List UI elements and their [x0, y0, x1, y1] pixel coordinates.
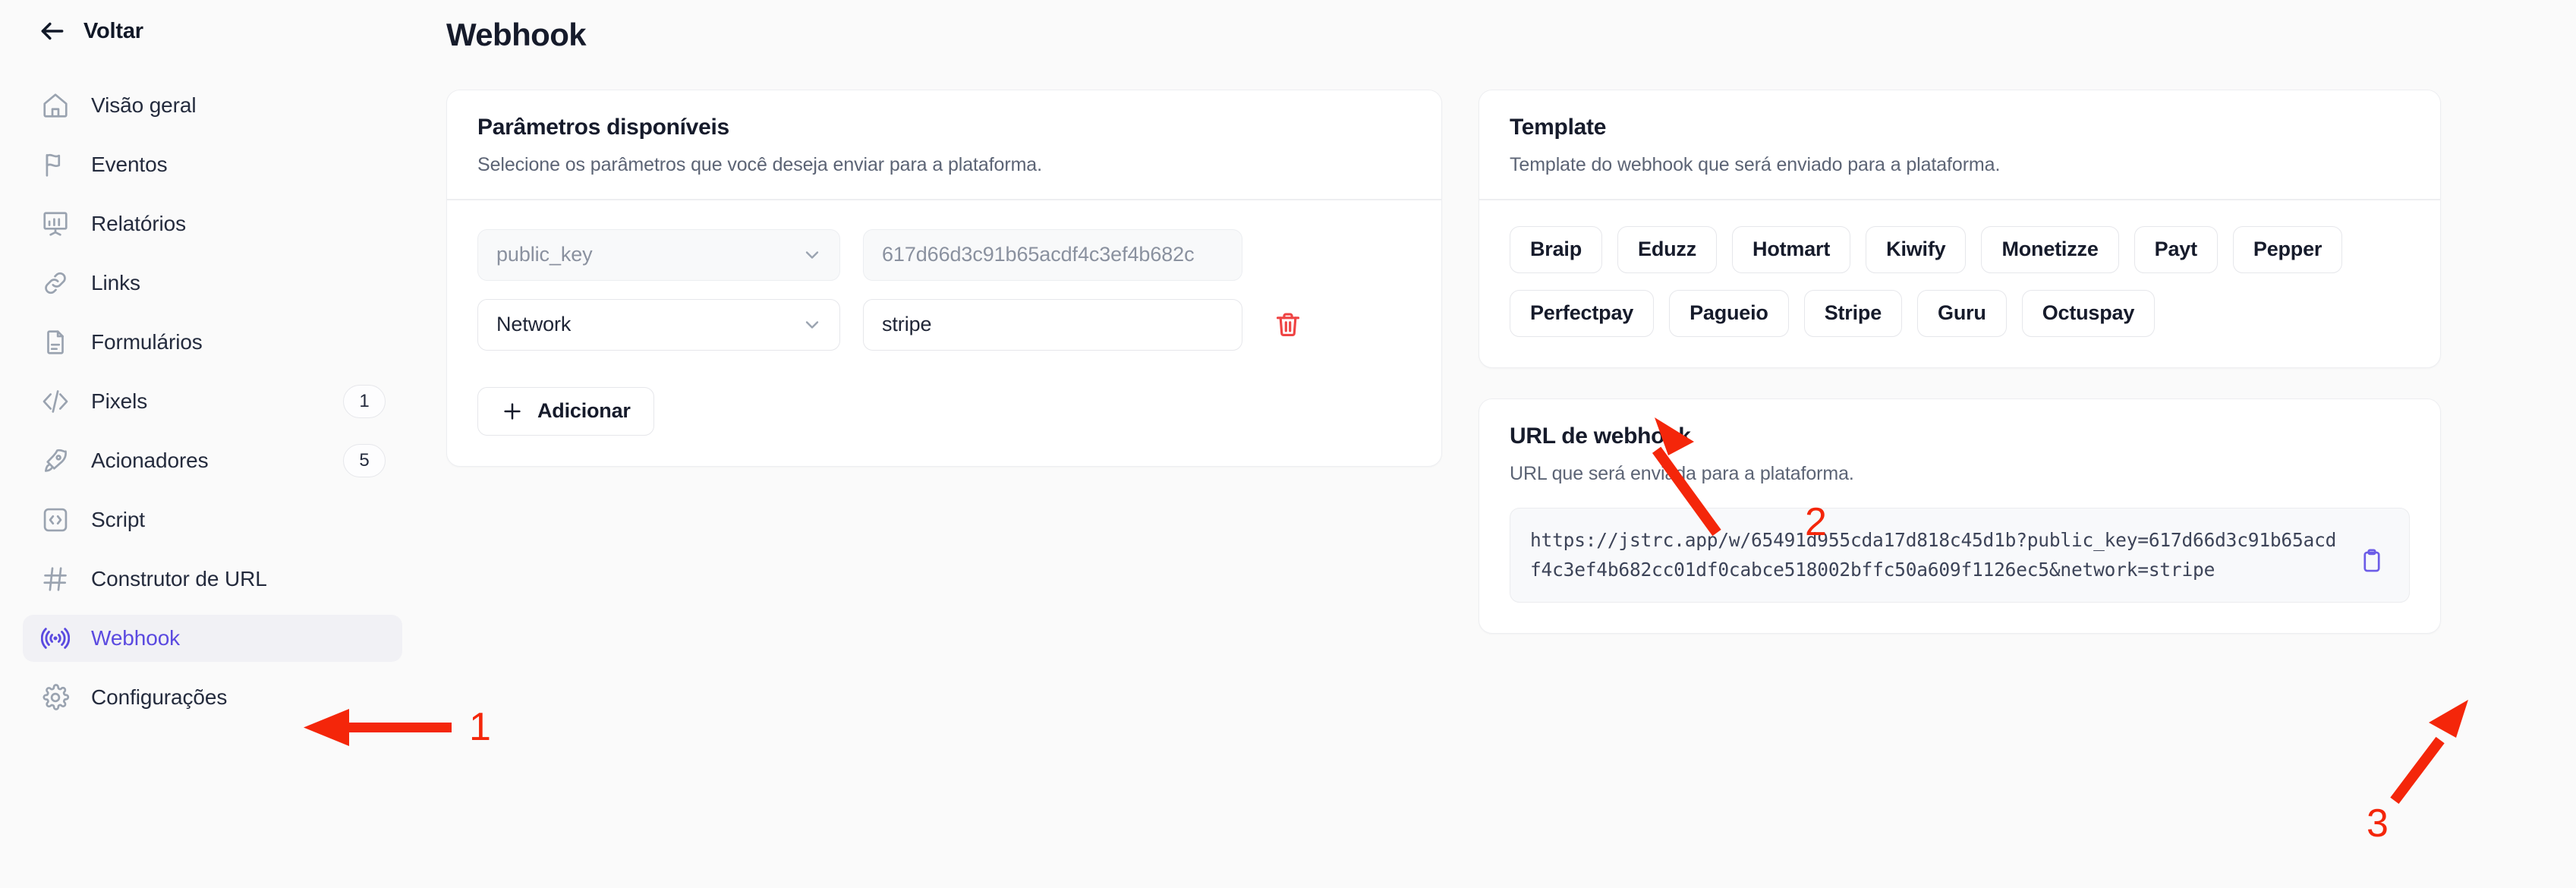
copy-url-button[interactable] [2359, 548, 2389, 578]
parameter-key-select[interactable]: public_key [477, 228, 840, 281]
gear-icon [39, 682, 71, 713]
back-button[interactable]: Voltar [23, 0, 143, 46]
sidebar-item-formularios[interactable]: Formulários [23, 319, 402, 366]
webhook-url-card: URL de webhook URL que será enviada para… [1479, 398, 2441, 634]
parameters-card-subtitle: Selecione os parâmetros que você deseja … [477, 154, 1042, 175]
chevron-down-icon [801, 244, 823, 266]
parameter-value-input[interactable]: 617d66d3c91b65acdf4c3ef4b682c [863, 228, 1242, 281]
sidebar-item-label: Eventos [91, 153, 168, 176]
sidebar: Voltar Visão geral Eventos Relatórios Li… [0, 0, 425, 888]
webhook-url-text: https://jstrc.app/w/65491d955cda17d818c4… [1530, 528, 2337, 581]
left-column: Parâmetros disponíveis Selecione os parâ… [446, 90, 1442, 634]
chip-hotmart[interactable]: Hotmart [1732, 225, 1851, 273]
sidebar-item-links[interactable]: Links [23, 260, 402, 307]
sidebar-item-badge: 5 [343, 444, 386, 477]
template-card: Template Template do webhook que será en… [1479, 90, 2441, 368]
sidebar-item-label: Webhook [91, 626, 181, 650]
sidebar-item-label: Configurações [91, 685, 228, 709]
sidebar-item-acionadores[interactable]: Acionadores 5 [23, 437, 402, 484]
chip-perfectpay[interactable]: Perfectpay [1510, 289, 1655, 337]
webhook-url-card-subtitle: URL que será enviada para a plataforma. [1510, 462, 1854, 484]
arrow-left-icon [38, 17, 67, 46]
parameter-key-value: public_key [496, 243, 593, 266]
right-column: Template Template do webhook que será en… [1479, 90, 2441, 634]
home-icon [39, 90, 71, 121]
sidebar-item-eventos[interactable]: Eventos [23, 141, 402, 188]
sidebar-item-label: Pixels [91, 389, 148, 413]
plus-icon [501, 400, 524, 423]
chip-kiwify[interactable]: Kiwify [1866, 225, 1967, 273]
sidebar-item-label: Construtor de URL [91, 567, 267, 590]
sidebar-item-label: Visão geral [91, 93, 197, 117]
sidebar-item-script[interactable]: Script [23, 496, 402, 543]
sidebar-item-label: Acionadores [91, 449, 209, 472]
chip-pepper[interactable]: Pepper [2232, 225, 2343, 273]
chip-pagueio[interactable]: Pagueio [1669, 289, 1789, 337]
sidebar-item-badge: 1 [343, 385, 386, 418]
delete-parameter-button[interactable] [1270, 307, 1306, 343]
sidebar-item-relatorios[interactable]: Relatórios [23, 200, 402, 247]
webhook-url-card-title: URL de webhook [1510, 423, 1691, 449]
parameter-row: public_key 617d66d3c91b65acdf4c3ef4b682c [477, 228, 1411, 281]
trash-icon [1274, 310, 1302, 339]
chevron-down-icon [801, 314, 823, 335]
chip-guru[interactable]: Guru [1917, 289, 2007, 337]
template-card-header: Template Template do webhook que será en… [1479, 90, 2440, 199]
parameters-card-body: public_key 617d66d3c91b65acdf4c3ef4b682c… [447, 200, 1441, 466]
sidebar-item-label: Script [91, 508, 145, 531]
content-columns: Parâmetros disponíveis Selecione os parâ… [425, 53, 2530, 634]
sidebar-item-visao-geral[interactable]: Visão geral [23, 82, 402, 129]
chip-eduzz[interactable]: Eduzz [1617, 225, 1718, 273]
rocket-icon [39, 445, 71, 477]
parameter-key-value: Network [496, 313, 572, 336]
chip-payt[interactable]: Payt [2134, 225, 2218, 273]
sidebar-item-label: Formulários [91, 330, 203, 354]
sidebar-item-configuracoes[interactable]: Configurações [23, 674, 402, 721]
back-label: Voltar [83, 18, 143, 43]
add-parameter-label: Adicionar [537, 399, 631, 423]
sidebar-item-label: Relatórios [91, 212, 187, 235]
add-parameter-button[interactable]: Adicionar [477, 386, 654, 436]
sidebar-nav: Visão geral Eventos Relatórios Links For… [23, 82, 402, 721]
parameters-card: Parâmetros disponíveis Selecione os parâ… [446, 90, 1442, 467]
app-root: Voltar Visão geral Eventos Relatórios Li… [0, 0, 2576, 888]
link-icon [39, 267, 71, 299]
code-box-icon [39, 504, 71, 536]
page-title: Webhook [446, 17, 587, 52]
chip-octuspay[interactable]: Octuspay [2021, 289, 2156, 337]
template-chip-list: Braip Eduzz Hotmart Kiwify Monetizze Pay… [1479, 200, 2440, 367]
hash-icon [39, 563, 71, 595]
sidebar-item-pixels[interactable]: Pixels 1 [23, 378, 402, 425]
main-content: Webhook Parâmetros disponíveis Selecione… [425, 0, 2576, 888]
flag-icon [39, 149, 71, 181]
webhook-url-card-header: URL de webhook URL que será enviada para… [1479, 399, 2440, 508]
sidebar-item-label: Links [91, 271, 140, 294]
parameter-key-select[interactable]: Network [477, 298, 840, 351]
parameters-card-header: Parâmetros disponíveis Selecione os parâ… [447, 90, 1441, 199]
template-card-subtitle: Template do webhook que será enviado par… [1510, 154, 2001, 175]
sidebar-item-webhook[interactable]: Webhook [23, 615, 402, 662]
parameters-card-title: Parâmetros disponíveis [477, 115, 729, 140]
parameter-row: Network stripe [477, 298, 1411, 351]
sidebar-item-construtor-de-url[interactable]: Construtor de URL [23, 556, 402, 603]
chip-monetizze[interactable]: Monetizze [1981, 225, 2119, 273]
document-icon [39, 326, 71, 358]
chip-braip[interactable]: Braip [1510, 225, 1603, 273]
clipboard-icon [2359, 548, 2389, 574]
chart-board-icon [39, 208, 71, 240]
webhook-url-box: https://jstrc.app/w/65491d955cda17d818c4… [1510, 507, 2410, 603]
template-card-title: Template [1510, 115, 1607, 140]
parameter-value-input[interactable]: stripe [863, 298, 1242, 351]
chip-stripe[interactable]: Stripe [1803, 289, 1903, 337]
broadcast-icon [39, 622, 71, 654]
code-slash-icon [39, 386, 71, 417]
